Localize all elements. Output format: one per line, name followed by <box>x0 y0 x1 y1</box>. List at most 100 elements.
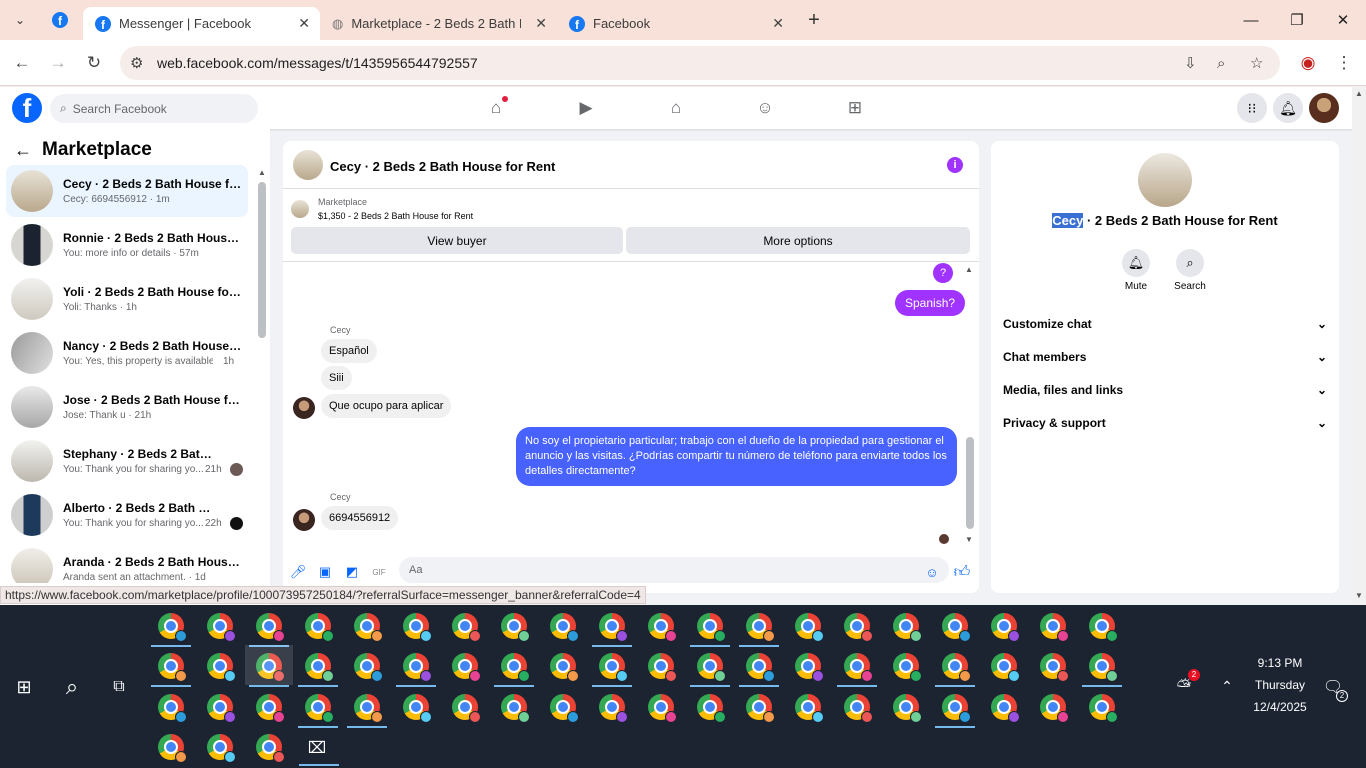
conversation-item[interactable]: Yoli · 2 Beds 2 Bath House for Rent Yoli… <box>6 273 248 325</box>
chrome-profile-window-icon[interactable] <box>501 653 530 682</box>
listing-thumbnail[interactable] <box>293 150 323 180</box>
chrome-profile-window-icon[interactable] <box>207 694 236 723</box>
reload-icon[interactable]: ↻ <box>79 48 109 78</box>
close-tab-icon[interactable]: ✕ <box>535 15 547 32</box>
chrome-profile-window-icon[interactable] <box>158 613 187 642</box>
chrome-profile-window-icon[interactable] <box>746 653 775 682</box>
chrome-profile-window-icon[interactable] <box>599 653 628 682</box>
chrome-profile-window-icon[interactable] <box>746 694 775 723</box>
scroll-down-icon[interactable]: ▼ <box>1355 591 1363 600</box>
chrome-profile-window-icon[interactable] <box>501 694 530 723</box>
chrome-profile-window-icon[interactable] <box>305 694 334 723</box>
chrome-profile-window-icon[interactable] <box>256 734 285 763</box>
chrome-profile-window-icon[interactable] <box>452 653 481 682</box>
close-tab-icon[interactable]: ✕ <box>772 15 784 32</box>
browser-menu-icon[interactable]: ⋮ <box>1329 48 1359 78</box>
task-view-icon[interactable]: ⧉ <box>109 677 129 697</box>
image-icon[interactable]: ▣ <box>316 563 334 581</box>
forward-arrow-icon[interactable]: → <box>43 48 73 78</box>
microphone-icon[interactable]: 🎤︎ <box>289 563 307 581</box>
chrome-profile-window-icon[interactable] <box>942 694 971 723</box>
snip-tool-icon[interactable]: ⌧ <box>305 738 329 758</box>
chrome-profile-window-icon[interactable] <box>893 694 922 723</box>
chrome-profile-window-icon[interactable] <box>844 653 873 682</box>
chrome-profile-window-icon[interactable] <box>1089 653 1118 682</box>
url-text[interactable]: web.facebook.com/messages/t/143595654479… <box>157 55 478 71</box>
chrome-profile-window-icon[interactable] <box>550 613 579 642</box>
chrome-profile-window-icon[interactable] <box>697 694 726 723</box>
notifications-icon[interactable]: 🗨︎ 2 <box>1322 676 1348 702</box>
gif-icon[interactable]: GIF <box>370 563 388 581</box>
chrome-profile-window-icon[interactable] <box>795 613 824 642</box>
chrome-profile-window-icon[interactable] <box>256 613 285 642</box>
chrome-profile-window-icon[interactable] <box>403 694 432 723</box>
restore-window-icon[interactable]: ❐ <box>1274 0 1320 40</box>
emoji-icon[interactable]: ☺ <box>923 563 941 581</box>
chrome-profile-window-icon[interactable] <box>550 694 579 723</box>
scrollbar-thumb[interactable] <box>258 182 266 338</box>
facebook-logo[interactable]: f <box>12 93 42 123</box>
conversation-item[interactable]: Cecy · 2 Beds 2 Bath House for Rent Cecy… <box>6 165 248 217</box>
chrome-profile-window-icon[interactable] <box>648 653 677 682</box>
chat-members-row[interactable]: Chat members ⌄ <box>1003 350 1327 364</box>
scroll-up-icon[interactable]: ▲ <box>1355 89 1363 98</box>
tab-facebook[interactable]: f Facebook ✕ <box>557 7 794 40</box>
chrome-profile-window-icon[interactable] <box>942 653 971 682</box>
back-arrow-icon[interactable]: ← <box>7 48 37 78</box>
gaming-icon[interactable]: ⊞ <box>842 95 868 121</box>
chrome-profile-window-icon[interactable] <box>158 734 187 763</box>
conversation-item[interactable]: Nancy · 2 Beds 2 Bath House for Rent You… <box>6 327 248 379</box>
chat-scrollbar[interactable]: ▲ ▼ <box>965 265 975 547</box>
minimize-window-icon[interactable]: — <box>1228 0 1274 40</box>
chrome-profile-window-icon[interactable] <box>893 613 922 642</box>
chrome-profile-window-icon[interactable] <box>305 613 334 642</box>
bookmark-star-icon[interactable]: ☆ <box>1250 54 1263 72</box>
scroll-up-icon[interactable]: ▲ <box>258 168 266 177</box>
chrome-profile-window-icon[interactable] <box>354 613 383 642</box>
weather-icon[interactable]: ⛅︎ 2 <box>1170 669 1200 699</box>
listing-thumbnail[interactable] <box>291 200 309 218</box>
cecy-avatar[interactable] <box>293 397 315 419</box>
mute-button[interactable]: 🔔︎ Mute <box>1106 249 1166 292</box>
search-in-chat-button[interactable]: ⌕ Search <box>1160 249 1220 292</box>
windows-start-icon[interactable]: ⊞ <box>14 677 34 697</box>
view-buyer-button[interactable]: View buyer <box>291 227 623 254</box>
chrome-profile-window-icon[interactable] <box>256 694 285 723</box>
marketplace-icon[interactable]: ⌂ <box>663 95 689 121</box>
chrome-profile-window-icon[interactable] <box>795 694 824 723</box>
chrome-profile-window-icon[interactable] <box>893 653 922 682</box>
tab-marketplace[interactable]: ◍ Marketplace - 2 Beds 2 Bath Ho ✕ <box>320 7 557 40</box>
profile-icon[interactable]: ◉ <box>1293 48 1323 78</box>
groups-icon[interactable]: ☺ <box>752 95 778 121</box>
sticker-icon[interactable]: ◩ <box>343 563 361 581</box>
chrome-profile-window-icon[interactable] <box>844 694 873 723</box>
home-icon[interactable]: ⌂ <box>483 95 509 121</box>
chrome-profile-window-icon[interactable] <box>550 653 579 682</box>
site-settings-icon[interactable]: ⚙ <box>130 54 143 72</box>
chrome-profile-window-icon[interactable] <box>648 613 677 642</box>
more-options-button[interactable]: More options <box>626 227 970 254</box>
search-input[interactable]: ⌕ Search Facebook <box>50 94 258 123</box>
chrome-profile-window-icon[interactable] <box>452 613 481 642</box>
install-app-icon[interactable]: ⇩ <box>1184 54 1197 72</box>
tab-search-chevron-icon[interactable]: ⌄ <box>10 10 30 30</box>
tab-messenger[interactable]: f Messenger | Facebook ✕ <box>83 7 320 40</box>
scroll-up-icon[interactable]: ▲ <box>965 265 973 274</box>
chrome-profile-window-icon[interactable] <box>795 653 824 682</box>
media-files-links-row[interactable]: Media, files and links ⌄ <box>1003 383 1327 397</box>
chrome-profile-window-icon[interactable] <box>354 653 383 682</box>
taskbar-clock[interactable]: 9:13 PM Thursday 12/4/2025 <box>1240 652 1320 718</box>
chrome-profile-window-icon[interactable] <box>991 653 1020 682</box>
conversation-item[interactable]: Jose · 2 Beds 2 Bath House for Rent Jose… <box>6 381 248 433</box>
chrome-profile-window-icon[interactable] <box>1040 613 1069 642</box>
chrome-profile-window-icon[interactable] <box>158 694 187 723</box>
conversation-item[interactable]: Ronnie · 2 Beds 2 Bath House for Rent Yo… <box>6 219 248 271</box>
notifications-bell-icon[interactable]: 🔔︎ <box>1273 93 1303 123</box>
close-tab-icon[interactable]: ✕ <box>298 15 310 32</box>
chrome-profile-window-icon[interactable] <box>942 613 971 642</box>
conversation-item[interactable]: Alberto · 2 Beds 2 Bath House for Rent Y… <box>6 489 248 541</box>
chrome-profile-window-icon[interactable] <box>991 613 1020 642</box>
pinned-tab-facebook[interactable]: f <box>52 12 68 28</box>
scrollbar-thumb[interactable] <box>966 437 974 529</box>
new-tab-plus-icon[interactable]: + <box>803 9 825 31</box>
